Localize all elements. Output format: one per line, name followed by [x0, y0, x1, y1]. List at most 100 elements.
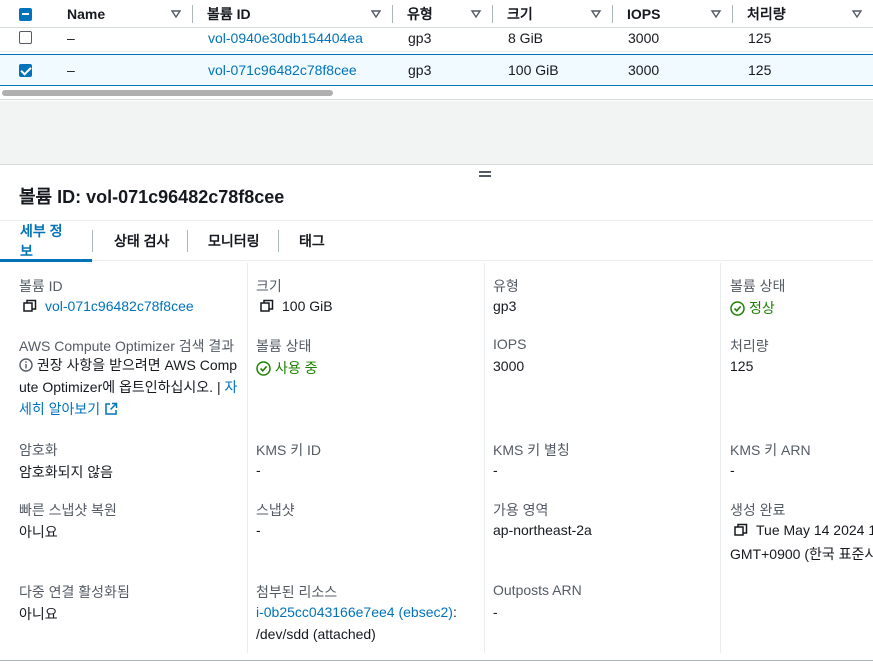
encryption-value: 암호화되지 않음: [19, 464, 114, 480]
volume-status-label: 볼륨 상태: [730, 278, 786, 294]
status-success-icon: [256, 360, 271, 376]
throughput-label: 처리량: [730, 338, 769, 354]
column-divider[interactable]: [492, 5, 493, 23]
cell-throughput: 125: [748, 62, 772, 78]
row-checkbox[interactable]: [19, 31, 32, 44]
volume-status-text: 정상: [749, 300, 775, 316]
attached-device: /dev/sdd (attached): [256, 626, 376, 642]
column-header-label: Name: [67, 6, 106, 22]
cell-throughput: 125: [748, 29, 772, 46]
volume-state-value: 사용 중: [256, 358, 318, 378]
copy-icon[interactable]: [260, 299, 274, 313]
column-header-label: IOPS: [627, 6, 661, 22]
volume-status-value: 정상: [730, 298, 775, 318]
sort-icon[interactable]: [710, 8, 722, 20]
fast-restore-value: 아니요: [19, 524, 58, 540]
fast-restore-label: 빠른 스냅샷 복원: [19, 502, 117, 518]
table-footer-space: [0, 101, 873, 165]
sort-icon[interactable]: [470, 8, 482, 20]
tab-label: 상태 검사: [114, 233, 170, 249]
attached-instance-link[interactable]: i-0b25cc043166e7ee4 (ebsec2): [256, 604, 453, 620]
detail-tabs: 세부 정보 상태 검사 모니터링 태그: [0, 220, 873, 262]
tab-tags[interactable]: 태그: [299, 221, 325, 261]
type-value: gp3: [493, 298, 517, 314]
size-label: 크기: [256, 278, 282, 294]
cell-name: –: [67, 29, 75, 46]
outposts-arn-value: -: [493, 604, 498, 620]
iops-value: 3000: [493, 358, 525, 374]
row-checkbox-cell: [19, 55, 32, 85]
created-value: Tue May 14 2024 1: [734, 522, 873, 538]
optimizer-message: 권장 사항을 받으려면 AWS Compute Optimizer에 옵트인하십…: [19, 354, 243, 420]
optimizer-text: 권장 사항을 받으려면 AWS Compute Optimizer에 옵트인하십…: [19, 357, 238, 395]
kms-id-label: KMS 키 ID: [256, 442, 321, 458]
cell-type: gp3: [408, 62, 432, 78]
tab-label: 세부 정보: [20, 223, 63, 259]
created-label: 생성 완료: [730, 502, 786, 518]
snapshot-value: -: [256, 522, 261, 538]
cell-name: –: [67, 62, 75, 78]
tab-monitoring[interactable]: 모니터링: [208, 221, 260, 261]
encryption-label: 암호화: [19, 442, 58, 458]
select-all-checkbox[interactable]: [19, 7, 32, 21]
volume-id-label: 볼륨 ID: [19, 278, 63, 294]
horizontal-scrollbar[interactable]: [2, 90, 333, 96]
external-link-icon[interactable]: [104, 402, 118, 416]
cell-iops: 3000: [628, 29, 660, 46]
info-icon: [19, 358, 33, 372]
attached-resources-label: 첨부된 리소스: [256, 584, 338, 600]
kms-arn-value: -: [730, 462, 735, 478]
tab-label: 태그: [299, 233, 325, 249]
sort-icon[interactable]: [590, 8, 602, 20]
table-row[interactable]: – vol-0940e30db154404ea gp3 8 GiB 3000 1…: [0, 24, 873, 52]
snapshot-label: 스냅샷: [256, 502, 295, 518]
row-checkbox-cell: [19, 24, 32, 51]
volume-state-label: 볼륨 상태: [256, 338, 312, 354]
sort-icon[interactable]: [370, 8, 382, 20]
tab-divider: [278, 230, 279, 252]
availability-zone-value: ap-northeast-2a: [493, 522, 592, 538]
row-checkbox[interactable]: [19, 63, 32, 77]
tab-details[interactable]: 세부 정보: [0, 221, 92, 262]
column-divider[interactable]: [612, 5, 613, 23]
sort-icon[interactable]: [851, 8, 863, 20]
column-divider: [247, 263, 248, 653]
cell-type: gp3: [408, 29, 432, 46]
detail-title: 볼륨 ID: vol-071c96482c78f8cee: [19, 187, 285, 207]
created-line1: Tue May 14 2024 1: [756, 522, 873, 538]
attached-colon: :: [452, 604, 457, 620]
column-divider: [484, 263, 485, 653]
column-divider[interactable]: [192, 5, 193, 23]
column-header-label: 크기: [507, 6, 533, 22]
copy-icon[interactable]: [23, 299, 37, 313]
volume-state-text: 사용 중: [275, 360, 318, 376]
multi-attach-label: 다중 연결 활성화됨: [19, 584, 130, 600]
kms-arn-label: KMS 키 ARN: [730, 442, 811, 458]
split-panel-drag-handle-icon[interactable]: [479, 171, 491, 177]
size-text: 100 GiB: [282, 298, 333, 314]
tab-divider: [187, 230, 188, 252]
column-divider[interactable]: [732, 5, 733, 23]
cell-volume-id-link[interactable]: vol-0940e30db154404ea: [208, 24, 363, 51]
size-value: 100 GiB: [260, 298, 333, 314]
table-row-selected[interactable]: – vol-071c96482c78f8cee gp3 100 GiB 3000…: [0, 54, 873, 86]
column-divider: [720, 263, 721, 653]
kms-alias-value: -: [493, 462, 498, 478]
column-header-label: 볼륨 ID: [207, 6, 251, 22]
column-divider[interactable]: [392, 5, 393, 23]
cell-volume-id-link[interactable]: vol-071c96482c78f8cee: [208, 55, 357, 85]
volume-id-link[interactable]: vol-071c96482c78f8cee: [45, 298, 194, 314]
outposts-arn-label: Outposts ARN: [493, 582, 582, 598]
copy-icon[interactable]: [734, 523, 748, 537]
status-success-icon: [730, 300, 745, 316]
tab-status-checks[interactable]: 상태 검사: [114, 221, 169, 261]
created-line2: GMT+0900 (한국 표준시: [730, 546, 873, 562]
multi-attach-value: 아니요: [19, 606, 58, 622]
attached-resources-line1: i-0b25cc043166e7ee4 (ebsec2):: [256, 604, 457, 620]
cell-iops: 3000: [628, 62, 660, 78]
sort-icon[interactable]: [170, 8, 182, 20]
cell-size: 100 GiB: [508, 62, 559, 78]
type-label: 유형: [493, 278, 519, 294]
volume-id-value: vol-071c96482c78f8cee: [23, 298, 194, 314]
panel-bottom-border: [0, 660, 873, 661]
